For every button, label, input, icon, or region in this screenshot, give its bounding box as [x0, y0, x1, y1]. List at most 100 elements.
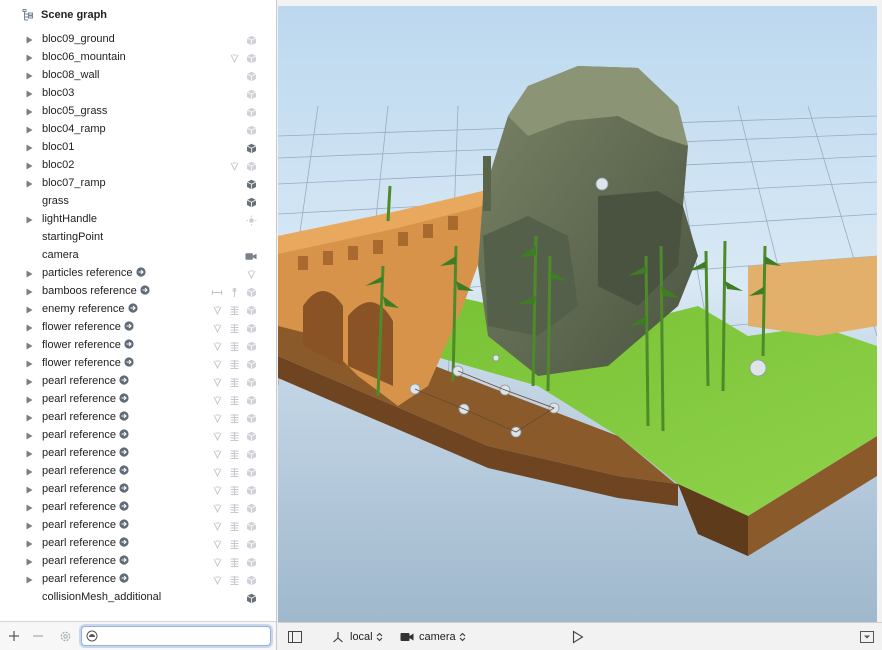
- play-icon[interactable]: [572, 629, 584, 645]
- disclosure-triangle-icon[interactable]: [25, 108, 33, 116]
- tree-row[interactable]: bloc07_ramp: [0, 175, 276, 193]
- reference-arrow-icon[interactable]: [119, 465, 129, 475]
- particle-icon: [211, 538, 223, 550]
- disclosure-triangle-icon[interactable]: [25, 288, 33, 296]
- reference-arrow-icon[interactable]: [119, 375, 129, 385]
- tree-row[interactable]: pearl reference: [0, 409, 276, 427]
- tree-row[interactable]: collisionMesh_additional: [0, 589, 276, 607]
- gear-icon[interactable]: [58, 629, 72, 643]
- disclosure-triangle-icon[interactable]: [25, 144, 33, 152]
- disclosure-triangle-icon[interactable]: [25, 558, 33, 566]
- tree-row[interactable]: bloc03: [0, 85, 276, 103]
- disclosure-triangle-icon[interactable]: [25, 270, 33, 278]
- reference-arrow-icon[interactable]: [119, 393, 129, 403]
- tree-row[interactable]: pearl reference: [0, 481, 276, 499]
- reference-arrow-icon[interactable]: [127, 303, 138, 313]
- tree-row[interactable]: pearl reference: [0, 391, 276, 409]
- disclosure-triangle-icon[interactable]: [25, 414, 33, 422]
- tree-row[interactable]: bloc09_ground: [0, 31, 276, 49]
- disclosure-triangle-icon[interactable]: [25, 432, 33, 440]
- tree-row[interactable]: pearl reference: [0, 373, 276, 391]
- disclosure-triangle-icon[interactable]: [25, 216, 33, 224]
- node-attribute-icons: [211, 556, 257, 568]
- reference-arrow-icon[interactable]: [124, 321, 134, 331]
- node-cube-icon: [245, 322, 257, 334]
- tree-row[interactable]: lightHandle: [0, 211, 276, 229]
- reference-arrow-icon[interactable]: [119, 573, 129, 583]
- disclosure-triangle-icon[interactable]: [25, 90, 33, 98]
- reference-arrow-icon[interactable]: [119, 429, 129, 439]
- particle-icon: [211, 556, 223, 568]
- tree-row[interactable]: bloc04_ramp: [0, 121, 276, 139]
- disclosure-triangle-icon[interactable]: [25, 162, 33, 170]
- dropdown-menu-icon[interactable]: [860, 629, 874, 645]
- disclosure-triangle-icon[interactable]: [25, 468, 33, 476]
- node-attribute-icons: [245, 196, 257, 208]
- filter-field[interactable]: [81, 626, 271, 646]
- reference-arrow-icon[interactable]: [135, 267, 146, 277]
- tree-row[interactable]: camera: [0, 247, 276, 265]
- sidebar-toggle-icon[interactable]: [288, 629, 302, 645]
- tree-row[interactable]: flower reference: [0, 355, 276, 373]
- disclosure-triangle-icon[interactable]: [25, 576, 33, 584]
- disclosure-triangle-icon[interactable]: [25, 306, 33, 314]
- tree-row[interactable]: grass: [0, 193, 276, 211]
- reference-arrow-icon[interactable]: [119, 447, 129, 457]
- tree-row[interactable]: pearl reference: [0, 463, 276, 481]
- filter-input[interactable]: [102, 629, 262, 643]
- scene-viewport[interactable]: [278, 6, 877, 622]
- tree-row[interactable]: startingPoint: [0, 229, 276, 247]
- reference-arrow-icon[interactable]: [119, 519, 129, 529]
- disclosure-triangle-icon[interactable]: [25, 360, 33, 368]
- disclosure-triangle-icon[interactable]: [25, 450, 33, 458]
- node-name: bloc02: [42, 159, 75, 171]
- tree-row[interactable]: pearl reference: [0, 553, 276, 571]
- disclosure-triangle-icon[interactable]: [25, 486, 33, 494]
- minus-icon[interactable]: [31, 629, 45, 643]
- tree-row[interactable]: bloc05_grass: [0, 103, 276, 121]
- tree-row[interactable]: bloc01: [0, 139, 276, 157]
- tree-row[interactable]: enemy reference: [0, 301, 276, 319]
- tree-row[interactable]: pearl reference: [0, 499, 276, 517]
- disclosure-triangle-icon[interactable]: [25, 396, 33, 404]
- disclosure-triangle-icon[interactable]: [25, 54, 33, 62]
- reference-arrow-icon[interactable]: [119, 555, 129, 565]
- plus-icon[interactable]: [7, 629, 21, 643]
- reference-arrow-icon[interactable]: [119, 483, 129, 493]
- disclosure-triangle-icon[interactable]: [25, 180, 33, 188]
- reference-arrow-icon[interactable]: [124, 357, 134, 367]
- tree-row[interactable]: pearl reference: [0, 445, 276, 463]
- disclosure-triangle-icon[interactable]: [25, 342, 33, 350]
- disclosure-triangle-icon[interactable]: [25, 324, 33, 332]
- tree-row[interactable]: pearl reference: [0, 535, 276, 553]
- tree-row[interactable]: pearl reference: [0, 517, 276, 535]
- tree-row[interactable]: bamboos reference: [0, 283, 276, 301]
- reference-arrow-icon[interactable]: [124, 339, 134, 349]
- tree-row[interactable]: pearl reference: [0, 571, 276, 589]
- disclosure-triangle-icon[interactable]: [25, 522, 33, 530]
- disclosure-triangle-icon[interactable]: [25, 540, 33, 548]
- reference-arrow-icon[interactable]: [119, 501, 129, 511]
- disclosure-triangle-icon[interactable]: [25, 504, 33, 512]
- tree-row[interactable]: particles reference: [0, 265, 276, 283]
- node-cube-icon: [245, 34, 257, 46]
- point-of-view-selector[interactable]: camera: [400, 629, 466, 645]
- tree-row[interactable]: bloc06_mountain: [0, 49, 276, 67]
- reference-arrow-icon[interactable]: [119, 411, 129, 421]
- tree-row[interactable]: bloc08_wall: [0, 67, 276, 85]
- tree-row[interactable]: bloc02: [0, 157, 276, 175]
- reference-arrow-icon[interactable]: [140, 285, 150, 295]
- tree-row[interactable]: flower reference: [0, 337, 276, 355]
- video-camera-icon: [400, 630, 414, 644]
- reference-arrow-icon[interactable]: [119, 537, 129, 547]
- coordinate-space-selector[interactable]: local: [331, 629, 383, 645]
- disclosure-triangle-icon[interactable]: [25, 126, 33, 134]
- constraint-icon: [211, 286, 223, 298]
- tree-row[interactable]: flower reference: [0, 319, 276, 337]
- tree-row[interactable]: pearl reference: [0, 427, 276, 445]
- particle-icon: [211, 430, 223, 442]
- node-name: enemy reference: [42, 303, 125, 315]
- disclosure-triangle-icon[interactable]: [25, 378, 33, 386]
- disclosure-triangle-icon[interactable]: [25, 36, 33, 44]
- disclosure-triangle-icon[interactable]: [25, 72, 33, 80]
